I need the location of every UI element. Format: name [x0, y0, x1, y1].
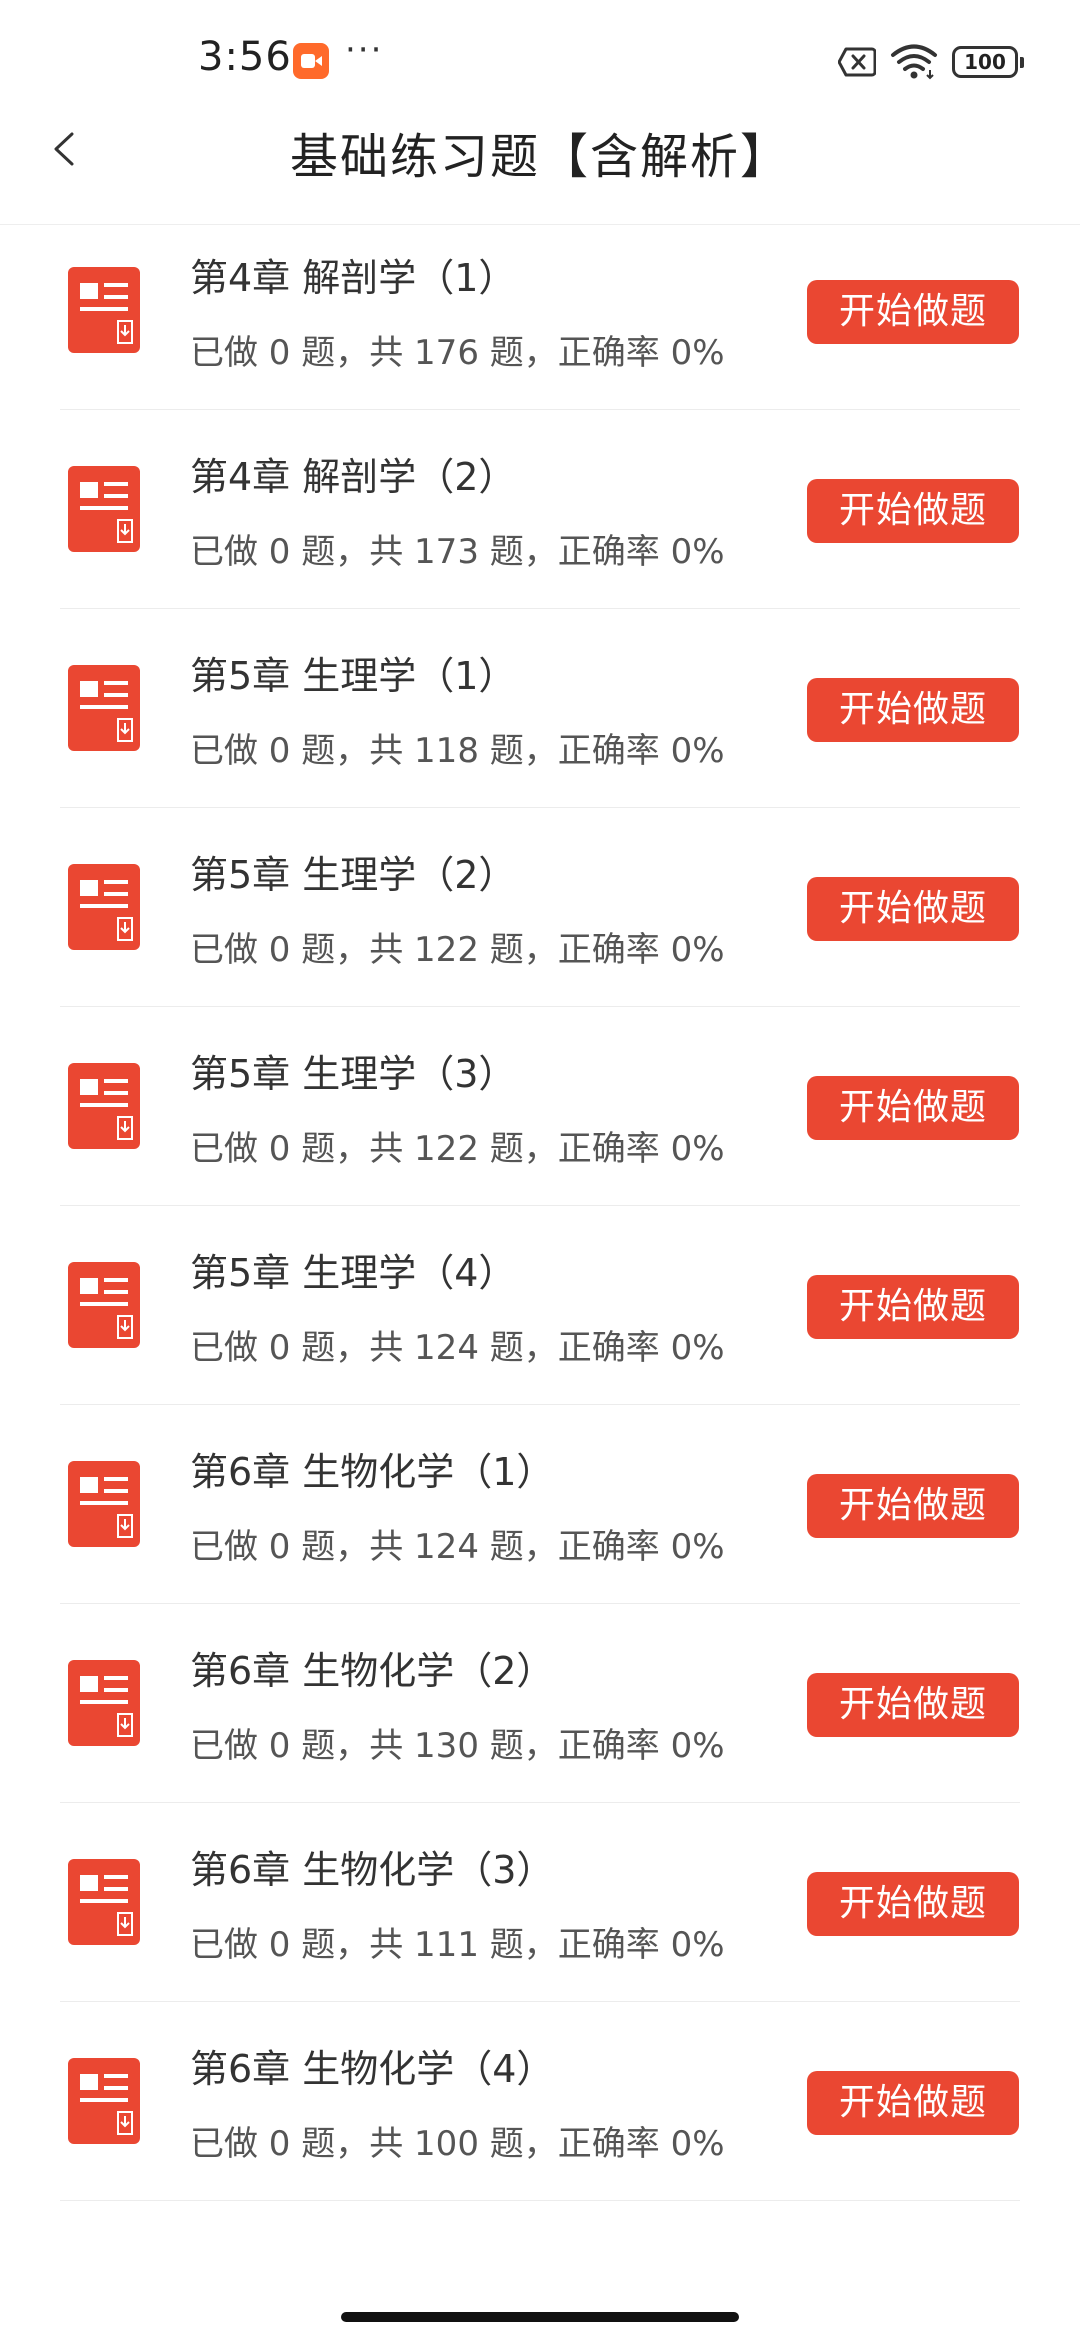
status-bar: 3:56 ··· 100 [0, 0, 1080, 125]
item-stats: 已做 0 题，共 124 题，正确率 0% [190, 1527, 725, 1567]
status-time: 3:56 [198, 34, 292, 80]
item-stats: 已做 0 题，共 122 题，正确率 0% [190, 930, 725, 970]
item-title: 第4章 解剖学（2） [190, 455, 517, 499]
item-title: 第5章 生理学（3） [190, 1052, 517, 1096]
list-item[interactable]: 第6章 生物化学（4） 已做 0 题，共 100 题，正确率 0% 开始做题 [0, 2002, 1080, 2201]
item-stats: 已做 0 题，共 176 题，正确率 0% [190, 333, 725, 373]
start-practice-button[interactable]: 开始做题 [807, 280, 1019, 344]
start-practice-button[interactable]: 开始做题 [807, 1872, 1019, 1936]
sim-error-icon [838, 47, 876, 77]
item-title: 第6章 生物化学（1） [190, 1450, 555, 1494]
item-title: 第6章 生物化学（3） [190, 1848, 555, 1892]
item-stats: 已做 0 题，共 118 题，正确率 0% [190, 731, 725, 771]
list-item[interactable]: 第6章 生物化学（1） 已做 0 题，共 124 题，正确率 0% 开始做题 [0, 1405, 1080, 1604]
list-item[interactable]: 第5章 生理学（1） 已做 0 题，共 118 题，正确率 0% 开始做题 [0, 609, 1080, 808]
exercise-list-content: 第3章 寄生虫疾病（3）已做 0 题，共 135 题，正确率 0%开始做题第4章… [0, 225, 1080, 2201]
start-practice-button[interactable]: 开始做题 [807, 479, 1019, 543]
exercise-document-icon [68, 1063, 140, 1149]
home-indicator[interactable] [341, 2312, 739, 2322]
start-practice-button[interactable]: 开始做题 [807, 2071, 1019, 2135]
item-title: 第4章 解剖学（1） [190, 256, 517, 300]
start-practice-button[interactable]: 开始做题 [807, 678, 1019, 742]
wifi-icon [891, 44, 937, 80]
start-practice-button[interactable]: 开始做题 [807, 877, 1019, 941]
list-item[interactable]: 第6章 生物化学（2） 已做 0 题，共 130 题，正确率 0% 开始做题 [0, 1604, 1080, 1803]
exercise-document-icon [68, 665, 140, 751]
exercise-document-icon [68, 1859, 140, 1945]
item-title: 第6章 生物化学（2） [190, 1649, 555, 1693]
exercise-document-icon [68, 466, 140, 552]
exercise-list[interactable]: 第3章 寄生虫疾病（3）已做 0 题，共 135 题，正确率 0%开始做题第4章… [0, 225, 1080, 2295]
exercise-document-icon [68, 1262, 140, 1348]
list-item[interactable]: 第6章 生物化学（3） 已做 0 题，共 111 题，正确率 0% 开始做题 [0, 1803, 1080, 2002]
list-item[interactable]: 第5章 生理学（2） 已做 0 题，共 122 题，正确率 0% 开始做题 [0, 808, 1080, 1007]
page-title: 基础练习题【含解析】 [289, 129, 790, 185]
exercise-document-icon [68, 1660, 140, 1746]
item-title: 第6章 生物化学（4） [190, 2047, 555, 2091]
item-title: 第5章 生理学（4） [190, 1251, 517, 1295]
start-practice-button[interactable]: 开始做题 [807, 1275, 1019, 1339]
app-video-icon [293, 43, 329, 79]
exercise-document-icon [68, 2058, 140, 2144]
exercise-document-icon [68, 1461, 140, 1547]
item-stats: 已做 0 题，共 100 题，正确率 0% [190, 2124, 725, 2164]
start-practice-button[interactable]: 开始做题 [807, 1076, 1019, 1140]
list-item[interactable]: 第5章 生理学（3） 已做 0 题，共 122 题，正确率 0% 开始做题 [0, 1007, 1080, 1206]
item-stats: 已做 0 题，共 111 题，正确率 0% [190, 1925, 725, 1965]
item-title: 第5章 生理学（1） [190, 654, 517, 698]
list-item[interactable]: 第4章 解剖学（2） 已做 0 题，共 173 题，正确率 0% 开始做题 [0, 410, 1080, 609]
exercise-document-icon [68, 864, 140, 950]
item-stats: 已做 0 题，共 173 题，正确率 0% [190, 532, 725, 572]
item-stats: 已做 0 题，共 124 题，正确率 0% [190, 1328, 725, 1368]
start-practice-button[interactable]: 开始做题 [807, 1474, 1019, 1538]
exercise-document-icon [68, 267, 140, 353]
list-item[interactable]: 第5章 生理学（4） 已做 0 题，共 124 题，正确率 0% 开始做题 [0, 1206, 1080, 1405]
start-practice-button[interactable]: 开始做题 [807, 1673, 1019, 1737]
item-stats: 已做 0 题，共 130 题，正确率 0% [190, 1726, 725, 1766]
list-item[interactable]: 第4章 解剖学（1） 已做 0 题，共 176 题，正确率 0% 开始做题 [0, 225, 1080, 410]
more-notifications-icon: ··· [345, 30, 384, 70]
item-title: 第5章 生理学（2） [190, 853, 517, 897]
battery-icon: 100 [952, 46, 1024, 78]
item-stats: 已做 0 题，共 122 题，正确率 0% [190, 1129, 725, 1169]
